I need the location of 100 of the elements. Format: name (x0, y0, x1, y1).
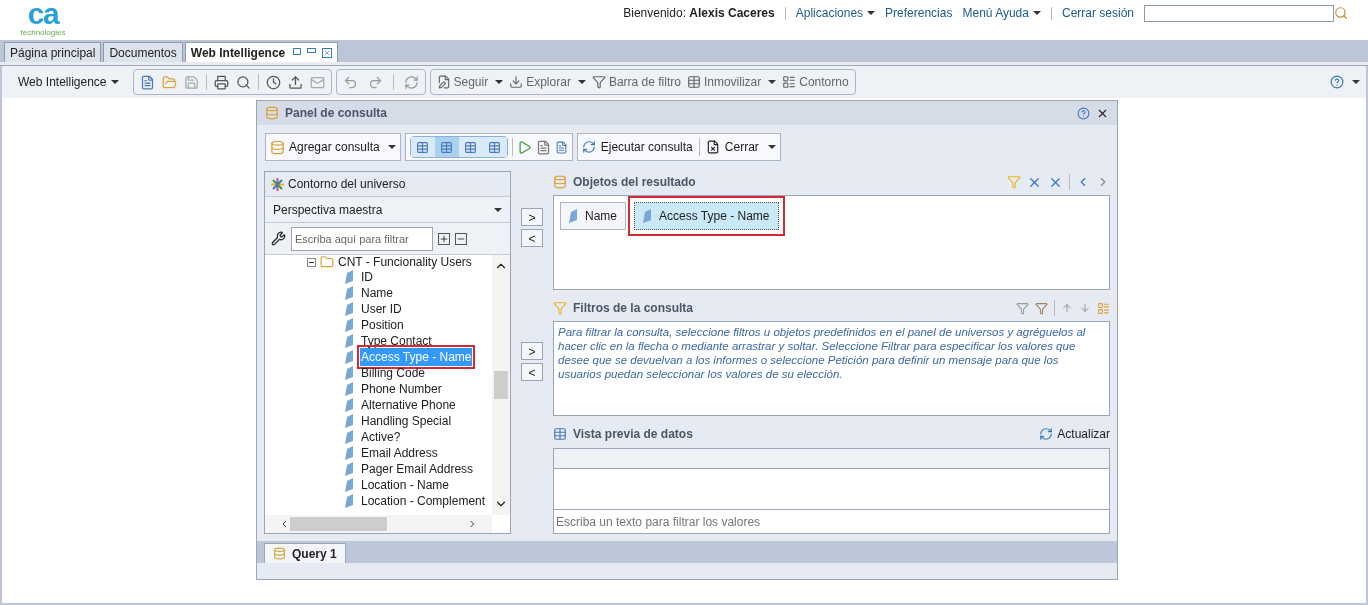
document-icon[interactable] (139, 74, 155, 90)
query-tab[interactable]: Query 1 (264, 543, 346, 563)
query-icon (265, 106, 279, 120)
query-icon (553, 175, 567, 189)
search-icon[interactable] (235, 74, 251, 90)
view-toggle[interactable] (410, 137, 435, 157)
section-title: Vista previa de datos (573, 426, 693, 443)
expand-all-icon[interactable] (438, 232, 450, 245)
tree-item[interactable]: Email Address (360, 444, 439, 462)
mail-icon[interactable] (309, 74, 325, 90)
app-menu-button[interactable]: Web Intelligence (8, 73, 129, 91)
undo-icon[interactable] (342, 74, 358, 90)
tree-item[interactable]: Handling Special (360, 412, 453, 430)
clock-icon[interactable] (265, 74, 281, 90)
tree-item[interactable]: Active? (360, 428, 402, 446)
scroll-thumb[interactable] (494, 371, 508, 399)
close-document-icon (705, 140, 720, 154)
dimension-icon (345, 286, 353, 300)
run-query-button[interactable]: Ejecutar consulta (581, 138, 693, 156)
caret-icon (495, 80, 504, 84)
download-icon (509, 75, 524, 89)
table-icon (553, 427, 567, 441)
upload-icon[interactable] (287, 74, 303, 90)
document-icon[interactable] (554, 140, 568, 154)
refresh-button[interactable]: Actualizar (1039, 425, 1110, 443)
help-icon[interactable] (1330, 75, 1344, 89)
remove-arrow-button[interactable]: < (521, 229, 543, 247)
tree-item[interactable]: Billing Code (360, 364, 427, 382)
refresh-icon[interactable] (403, 74, 419, 90)
printer-icon[interactable] (213, 74, 229, 90)
tree-item[interactable]: Location - Name (360, 476, 451, 494)
scroll-thumb[interactable] (289, 517, 388, 531)
dimension-icon (345, 350, 353, 364)
perspective-dropdown[interactable]: Perspectiva maestra (265, 197, 510, 223)
toolbar-button[interactable]: Barra de filtro (591, 73, 681, 91)
caret-icon (1032, 11, 1041, 15)
outline-icon (782, 75, 797, 89)
add-arrow-button[interactable]: > (521, 208, 543, 226)
layout-icon (440, 140, 454, 154)
toolbar-button[interactable]: Explorar (509, 73, 586, 91)
tree-item[interactable]: ID (360, 268, 374, 286)
redo-icon[interactable] (367, 74, 383, 90)
dimension-icon (345, 382, 353, 396)
dimension-icon (345, 318, 353, 332)
tree-item[interactable]: Name (360, 284, 394, 302)
toolbar-button[interactable]: Inmovilizar (686, 73, 777, 91)
tree-item[interactable]: Pager Email Address (360, 460, 475, 478)
collapse-icon[interactable] (307, 257, 316, 267)
panel-title: Contorno del universo (288, 176, 406, 193)
filter-field[interactable]: Escriba aquí para filtrar (291, 226, 433, 251)
folder-icon[interactable] (161, 74, 177, 90)
add-arrow-button[interactable]: > (521, 342, 543, 360)
header-link[interactable]: Cerrar sesión (1061, 4, 1134, 22)
tree-item[interactable]: Phone Number (360, 380, 443, 398)
add-query-button[interactable]: Agregar consulta (265, 133, 401, 161)
caret-icon (1352, 80, 1360, 84)
header-link[interactable]: Preferencias (885, 4, 953, 22)
restore-icon[interactable] (293, 47, 302, 55)
result-object-chip[interactable]: Name (560, 202, 626, 230)
outline-icon[interactable] (1097, 301, 1110, 315)
dialog-title: Panel de consulta (285, 105, 388, 122)
collapse-all-icon[interactable] (455, 232, 467, 245)
dimension-icon (569, 209, 577, 223)
caret-icon (387, 145, 396, 149)
tree-item[interactable]: Location - Complement (360, 492, 487, 510)
search-field[interactable] (1144, 4, 1334, 22)
help-icon[interactable] (1077, 106, 1090, 120)
layout-icon (416, 140, 430, 154)
section-title: Objetos del resultado (573, 174, 696, 191)
toolbar-button[interactable]: Contorno (782, 73, 849, 91)
caret-icon (577, 80, 586, 84)
caret-icon (494, 207, 502, 212)
dimension-icon (345, 302, 353, 316)
query-icon (273, 547, 286, 560)
tree-item[interactable]: User ID (360, 300, 403, 318)
values-filter-field[interactable]: Escriba un texto para filtrar los valores (553, 509, 1110, 534)
horizontal-scrollbar[interactable] (265, 515, 492, 533)
properties-icon[interactable] (535, 139, 551, 155)
header-link[interactable]: Aplicaciones (795, 4, 876, 22)
toolbar-button[interactable]: Seguir (436, 73, 504, 91)
tree-folder[interactable]: CNT - Funcionality Users (307, 255, 492, 269)
wrench-icon[interactable] (271, 231, 286, 246)
pin-icon[interactable] (307, 47, 317, 53)
tree-item[interactable]: Position (360, 316, 405, 334)
save-icon[interactable] (183, 74, 199, 90)
vertical-scrollbar[interactable] (492, 255, 510, 515)
dimension-icon (345, 478, 353, 492)
header-link[interactable]: Menú Ayuda (962, 4, 1041, 22)
document-tab[interactable]: Web Intelligence (184, 42, 339, 62)
view-toggle[interactable] (458, 137, 483, 157)
remove-arrow-button[interactable]: < (521, 363, 543, 381)
filter-icon[interactable] (1035, 301, 1048, 315)
filter-icon[interactable] (1016, 301, 1029, 315)
search-icon[interactable] (1334, 6, 1348, 20)
document-tab[interactable]: Página principal (4, 42, 102, 62)
document-tab[interactable]: Documentos (103, 42, 183, 62)
view-toggle[interactable] (434, 137, 459, 157)
close-button[interactable]: Cerrar (705, 138, 776, 156)
tree-item[interactable]: Alternative Phone (360, 396, 457, 414)
view-toggle[interactable] (482, 137, 507, 157)
